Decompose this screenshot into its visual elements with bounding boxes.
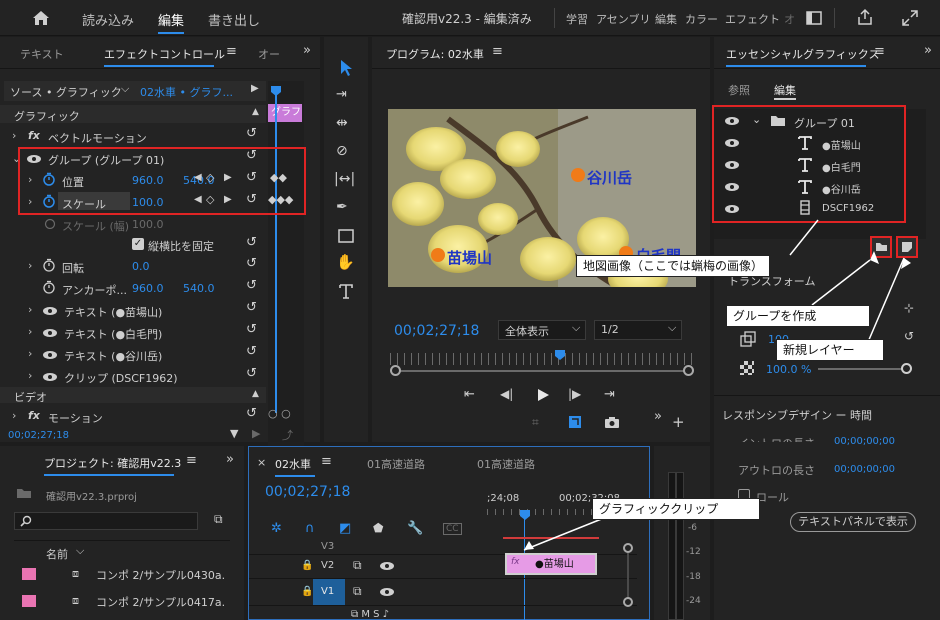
callout-new-layer: 新規レイヤー [776,339,884,361]
callout-map-image: 地図画像（ここでは蝋梅の画像） [576,255,771,277]
callout-create-group: グループを作成 [726,305,870,327]
premiere-window: 読み込み 編集 書き出し 確認用v22.3 - 編集済み 学習 アセンブリ 編集… [0,0,940,620]
callout-graphic-clip: グラフィッククリップ [592,498,760,520]
